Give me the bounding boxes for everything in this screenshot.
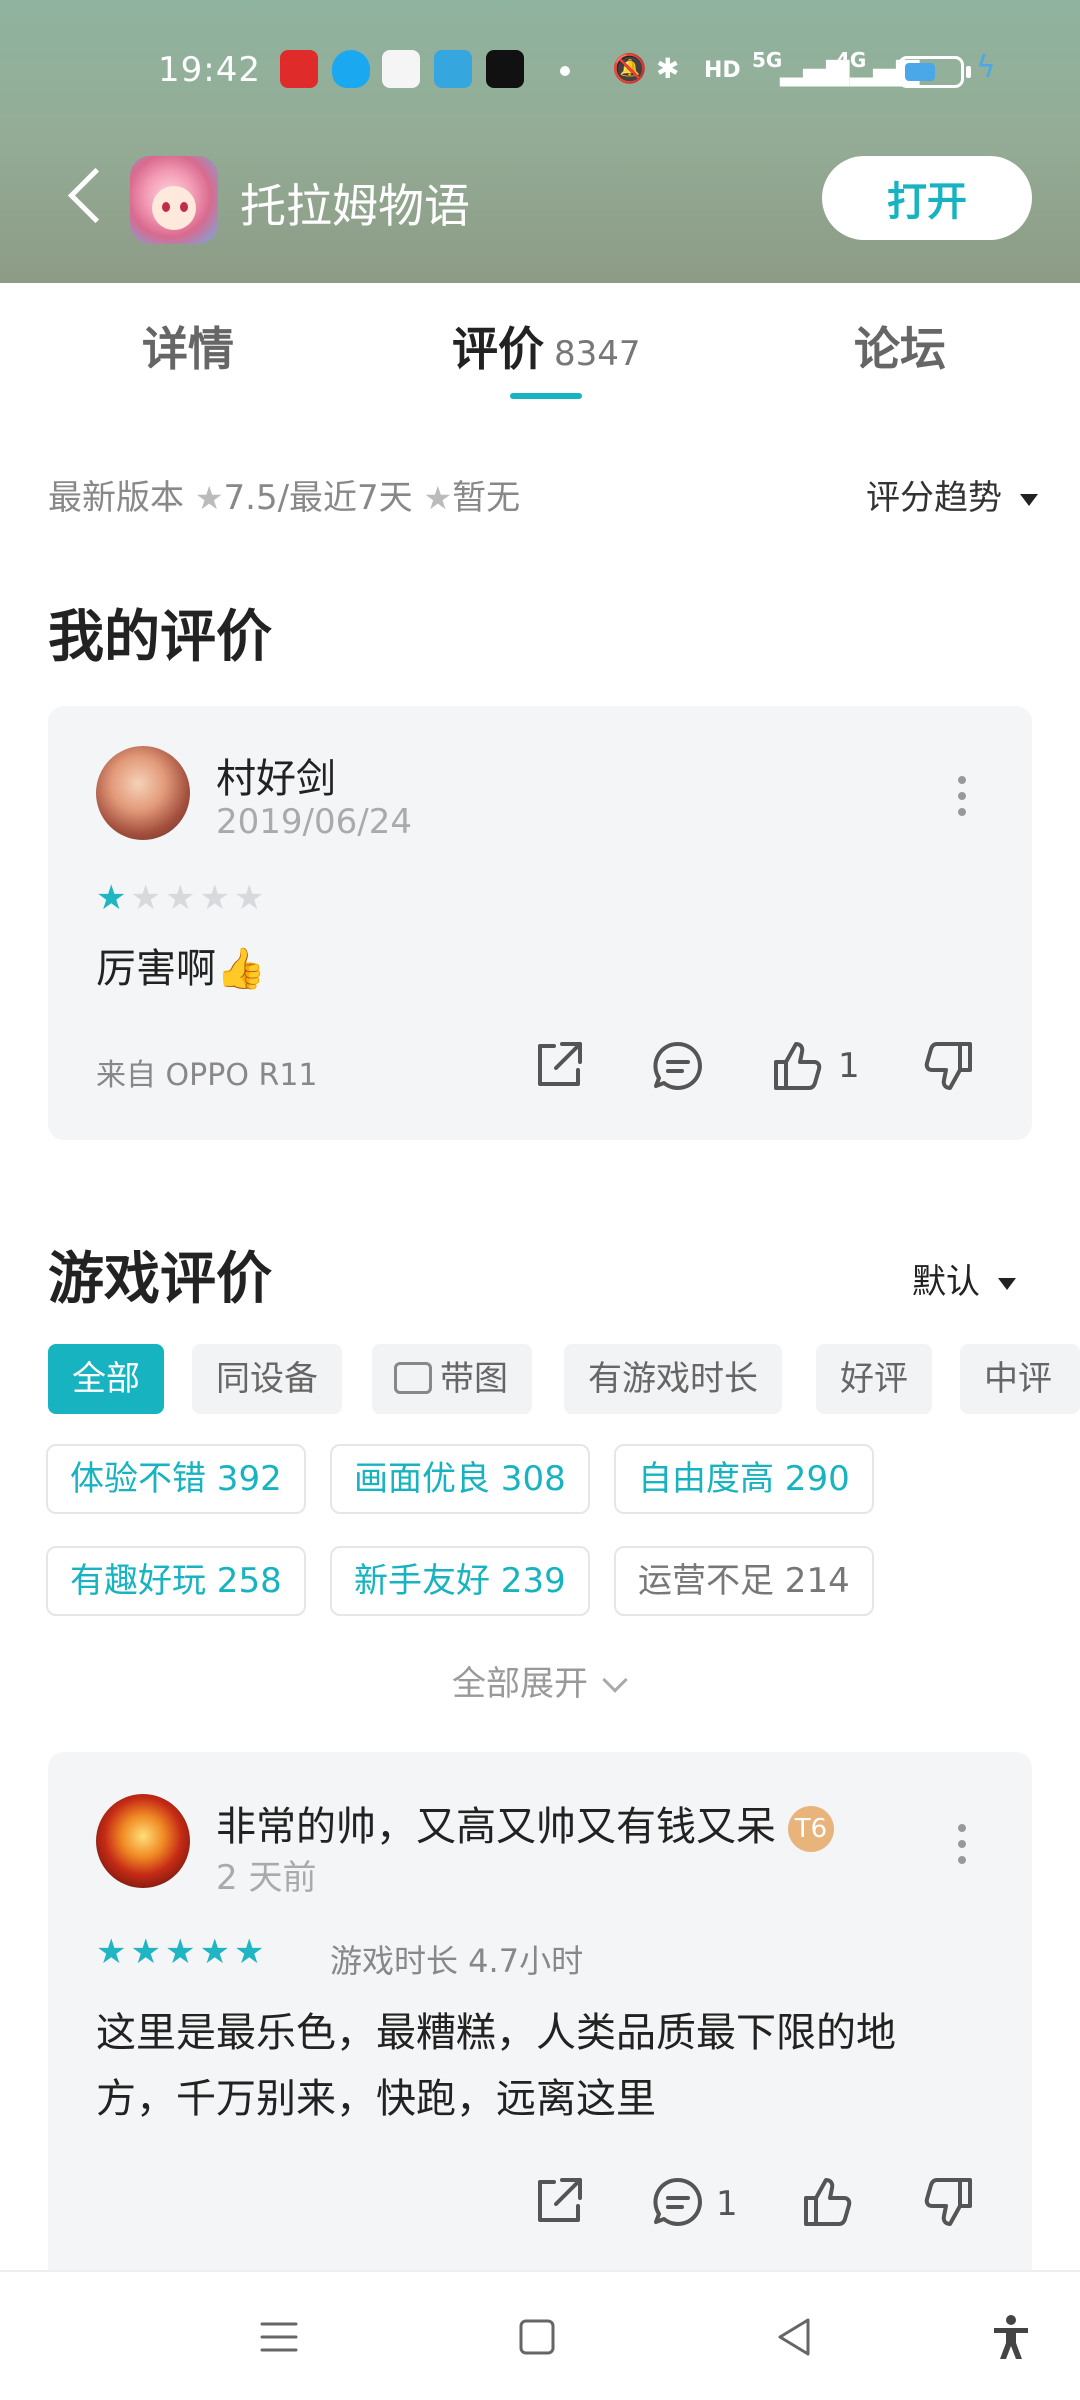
rating-trend-label: 评分趋势 <box>866 478 1002 518</box>
battery-fill <box>905 63 935 81</box>
active-tab-indicator <box>510 393 582 399</box>
charging-icon: ϟ <box>976 50 996 85</box>
hd-label: HD <box>704 58 741 83</box>
tag-chip[interactable]: 新手友好 239 <box>330 1546 590 1616</box>
filter-playtime[interactable]: 有游戏时长 <box>564 1344 782 1414</box>
more-options-icon[interactable] <box>958 776 968 816</box>
review-text-line2: 方，千万别来，快跑，远离这里 <box>96 2076 656 2122</box>
dislike-icon[interactable] <box>918 1036 978 1096</box>
comment-count: 1 <box>716 2184 738 2224</box>
app-header: 19:42 🔕 ✱ HD 5G ▂▄▆ 4G ▂▄▆ ϟ 托拉姆物语 打开 <box>0 0 1080 283</box>
app-notif-icon <box>280 50 318 88</box>
more-options-icon[interactable] <box>958 1824 968 1864</box>
game-app-icon <box>130 156 218 244</box>
review-username[interactable]: 村好剑 <box>216 746 336 804</box>
back-icon[interactable] <box>770 2312 820 2362</box>
tab-forum[interactable]: 论坛 <box>854 313 946 379</box>
review-date: 2 天前 <box>216 1858 317 1898</box>
expand-all-label: 全部展开 <box>452 1664 588 1704</box>
review-text-line1: 这里是最乐色，最糟糕，人类品质最下限的地 <box>96 2010 896 2056</box>
mute-icon: 🔕 <box>612 52 647 85</box>
game-reviews-title: 游戏评价 <box>48 1247 272 1312</box>
sort-dropdown[interactable]: 默认 <box>912 1254 1016 1303</box>
dislike-icon[interactable] <box>918 2172 978 2232</box>
5g-label: 5G <box>752 48 783 72</box>
recent-label: /最近7天 <box>277 478 413 518</box>
comment-icon[interactable] <box>648 1036 708 1096</box>
filter-with-image[interactable]: 带图 <box>372 1344 532 1414</box>
back-arrow-icon[interactable] <box>62 168 122 228</box>
expand-all-button[interactable]: 全部展开 <box>452 1656 628 1705</box>
my-review-card: 村好剑 2019/06/24 ★★★★★ 厉害啊👍 来自 OPPO R11 1 <box>48 706 1032 1140</box>
more-notif-dot <box>560 66 570 76</box>
avatar[interactable] <box>96 746 190 840</box>
review-username: 非常的帅，又高又帅又有钱又呆 <box>216 1804 776 1850</box>
star-icon: ★ <box>423 479 453 517</box>
tab-bar: 详情 评价 8347 论坛 <box>0 283 1080 408</box>
filter-neutral[interactable]: 中评 <box>960 1344 1080 1414</box>
tab-reviews[interactable]: 评价 8347 <box>452 313 641 379</box>
like-icon[interactable] <box>798 2172 858 2232</box>
latest-version-label: 最新版本 <box>48 478 184 518</box>
dropdown-arrow-icon <box>998 1277 1016 1290</box>
dropdown-arrow-icon <box>1020 493 1038 506</box>
like-count: 1 <box>838 1046 860 1086</box>
star-icon: ★ <box>194 479 224 517</box>
accessibility-icon[interactable] <box>986 2312 1036 2362</box>
review-playtime: 游戏时长 4.7小时 <box>330 1942 584 1980</box>
share-icon[interactable] <box>528 2172 588 2232</box>
rating-summary: 最新版本 ★7.5/最近7天 ★暂无 评分趋势 <box>48 470 1038 520</box>
battery-icon <box>898 56 964 88</box>
tab-reviews-label: 评价 <box>452 322 544 376</box>
review-username-row[interactable]: 非常的帅，又高又帅又有钱又呆 T6 <box>216 1794 834 1852</box>
latest-score: 7.5 <box>223 478 278 518</box>
battery-cap <box>966 66 971 78</box>
recent-score: 暂无 <box>452 478 521 518</box>
review-device: 来自 OPPO R11 <box>96 1058 318 1093</box>
menu-icon[interactable] <box>254 2312 304 2362</box>
review-stars: ★★★★★ <box>96 878 269 918</box>
tab-reviews-count: 8347 <box>554 334 641 374</box>
comment-icon[interactable] <box>648 2172 708 2232</box>
rating-trend-dropdown[interactable]: 评分趋势 <box>866 470 1038 519</box>
filter-all[interactable]: 全部 <box>48 1344 164 1414</box>
share-icon[interactable] <box>528 1036 588 1096</box>
filter-with-image-label: 带图 <box>440 1359 508 1399</box>
review-text: 厉害啊👍 <box>96 946 266 992</box>
bluetooth-icon: ✱ <box>656 52 680 85</box>
tag-chip[interactable]: 有趣好玩 258 <box>46 1546 306 1616</box>
status-bar: 19:42 🔕 ✱ HD 5G ▂▄▆ 4G ▂▄▆ ϟ <box>0 40 1080 100</box>
tag-chip[interactable]: 运营不足 214 <box>614 1546 874 1616</box>
review-card: 非常的帅，又高又帅又有钱又呆 T6 2 天前 ★★★★★ 游戏时长 4.7小时 这… <box>48 1752 1032 2272</box>
tiktok-icon <box>486 50 524 88</box>
qq-icon <box>332 50 370 88</box>
tag-chip[interactable]: 体验不错 392 <box>46 1444 306 1514</box>
telegram-icon <box>434 50 472 88</box>
avatar[interactable] <box>96 1794 190 1888</box>
image-icon <box>394 1361 432 1394</box>
title-bar: 托拉姆物语 打开 <box>0 150 1080 250</box>
home-icon[interactable] <box>512 2312 562 2362</box>
like-icon[interactable] <box>768 1036 828 1096</box>
status-time: 19:42 <box>158 50 261 90</box>
tab-details[interactable]: 详情 <box>142 313 234 379</box>
level-badge: T6 <box>788 1806 834 1852</box>
review-date: 2019/06/24 <box>216 802 412 842</box>
sort-label: 默认 <box>912 1262 980 1302</box>
tag-chip[interactable]: 自由度高 290 <box>614 1444 874 1514</box>
video-app-icon <box>382 50 420 88</box>
game-title: 托拉姆物语 <box>240 179 470 233</box>
my-review-title: 我的评价 <box>48 605 272 670</box>
review-stars: ★★★★★ <box>96 1932 269 1972</box>
tag-chip[interactable]: 画面优良 308 <box>330 1444 590 1514</box>
system-nav-bar <box>0 2270 1080 2400</box>
filter-same-device[interactable]: 同设备 <box>192 1344 342 1414</box>
open-button[interactable]: 打开 <box>822 156 1032 240</box>
chevron-down-icon <box>602 1667 628 1693</box>
filter-positive[interactable]: 好评 <box>816 1344 932 1414</box>
